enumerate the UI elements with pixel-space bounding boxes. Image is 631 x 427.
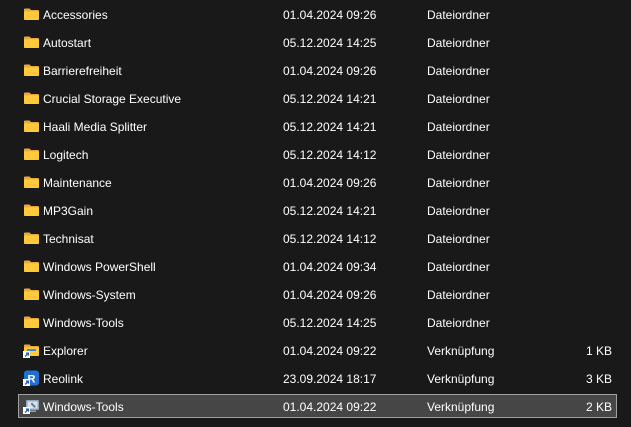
file-row[interactable]: Technisat 05.12.2024 14:12 Dateiordner	[18, 226, 617, 250]
file-date-modified: 01.04.2024 09:26	[283, 64, 377, 78]
file-row[interactable]: Windows-System 01.04.2024 09:26 Dateiordne…	[18, 282, 617, 306]
folder-icon	[23, 34, 40, 50]
file-type: Dateiordner	[427, 92, 490, 106]
folder-icon	[23, 6, 40, 22]
file-type: Dateiordner	[427, 8, 490, 22]
file-date-modified: 01.04.2024 09:34	[283, 260, 377, 274]
file-row[interactable]: Windows PowerShell 01.04.2024 09:34 Dateio…	[18, 254, 617, 278]
file-name: Windows-Tools	[43, 400, 124, 414]
folder-icon	[23, 202, 40, 218]
file-size: 2 KB	[585, 400, 612, 414]
file-name: Barrierefreiheit	[43, 64, 122, 78]
file-name: MP3Gain	[43, 204, 94, 218]
file-row[interactable]: Explorer 01.04.2024 09:22 Verknüpfung 1 KB	[18, 338, 617, 362]
file-date-modified: 05.12.2024 14:12	[283, 232, 377, 246]
file-name: Logitech	[43, 148, 89, 162]
file-name: Windows PowerShell	[43, 260, 156, 274]
folder-icon	[23, 118, 40, 134]
file-type: Dateiordner	[427, 36, 490, 50]
file-type: Dateiordner	[427, 316, 490, 330]
file-type: Dateiordner	[427, 204, 490, 218]
file-name: Crucial Storage Executive	[43, 92, 182, 106]
folder-icon	[23, 286, 40, 302]
file-list: Accessories 01.04.2024 09:26 Dateiordner Au…	[0, 0, 631, 427]
folder-icon	[23, 90, 40, 106]
file-row[interactable]: Autostart 05.12.2024 14:25 Dateiordner	[18, 30, 617, 54]
file-type: Verknüpfung	[427, 400, 495, 414]
file-name: Autostart	[43, 36, 92, 50]
file-type: Verknüpfung	[427, 344, 495, 358]
file-type: Dateiordner	[427, 148, 490, 162]
file-row[interactable]: Barrierefreiheit 01.04.2024 09:26 Dateiord…	[18, 58, 617, 82]
windows-tools-shortcut-icon	[23, 398, 40, 414]
file-name: Maintenance	[43, 176, 112, 190]
file-date-modified: 05.12.2024 14:25	[283, 316, 377, 330]
file-type: Dateiordner	[427, 260, 490, 274]
file-date-modified: 01.04.2024 09:26	[283, 176, 377, 190]
file-date-modified: 01.04.2024 09:22	[283, 344, 377, 358]
file-row[interactable]: Logitech 05.12.2024 14:12 Dateiordner	[18, 142, 617, 166]
file-date-modified: 05.12.2024 14:21	[283, 120, 377, 134]
file-date-modified: 01.04.2024 09:22	[283, 400, 377, 414]
file-row[interactable]: Windows-Tools 05.12.2024 14:25 Dateiordner	[18, 310, 617, 334]
file-type: Dateiordner	[427, 288, 490, 302]
folder-icon	[23, 230, 40, 246]
file-type: Dateiordner	[427, 120, 490, 134]
file-name: Windows-System	[43, 288, 136, 302]
file-row[interactable]: Haali Media Splitter 05.12.2024 14:21 Date…	[18, 114, 617, 138]
file-name: Haali Media Splitter	[43, 120, 148, 134]
file-name: Reolink	[43, 372, 84, 386]
file-size: 1 KB	[585, 344, 612, 358]
folder-icon	[23, 258, 40, 274]
file-date-modified: 05.12.2024 14:21	[283, 92, 377, 106]
file-size: 3 KB	[585, 372, 612, 386]
folder-icon	[23, 62, 40, 78]
file-row[interactable]: Accessories 01.04.2024 09:26 Dateiordner	[18, 2, 617, 26]
file-name: Accessories	[43, 8, 108, 22]
file-date-modified: 05.12.2024 14:12	[283, 148, 377, 162]
file-date-modified: 01.04.2024 09:26	[283, 8, 377, 22]
file-type: Dateiordner	[427, 176, 490, 190]
explorer-shortcut-icon	[23, 342, 40, 358]
file-row[interactable]: MP3Gain 05.12.2024 14:21 Dateiordner	[18, 198, 617, 222]
file-type: Dateiordner	[427, 232, 490, 246]
file-row[interactable]: R Reolink 23.09.2024 18:17 Verknüpfung 3 KB	[18, 366, 617, 390]
file-row[interactable]: Crucial Storage Executive 05.12.2024 14:2…	[18, 86, 617, 110]
file-date-modified: 05.12.2024 14:21	[283, 204, 377, 218]
file-type: Dateiordner	[427, 64, 490, 78]
file-row[interactable]: Maintenance 01.04.2024 09:26 Dateiordner	[18, 170, 617, 194]
file-type: Verknüpfung	[427, 372, 495, 386]
file-date-modified: 01.04.2024 09:26	[283, 288, 377, 302]
reolink-shortcut-icon: R	[23, 370, 40, 386]
file-date-modified: 23.09.2024 18:17	[283, 372, 377, 386]
folder-icon	[23, 146, 40, 162]
folder-icon	[23, 174, 40, 190]
folder-icon	[23, 314, 40, 330]
file-date-modified: 05.12.2024 14:25	[283, 36, 377, 50]
file-name: Explorer	[43, 344, 88, 358]
file-name: Technisat	[43, 232, 94, 246]
file-name: Windows-Tools	[43, 316, 124, 330]
file-row[interactable]: Windows-Tools 01.04.2024 09:22 Verknüpfung…	[18, 394, 617, 418]
